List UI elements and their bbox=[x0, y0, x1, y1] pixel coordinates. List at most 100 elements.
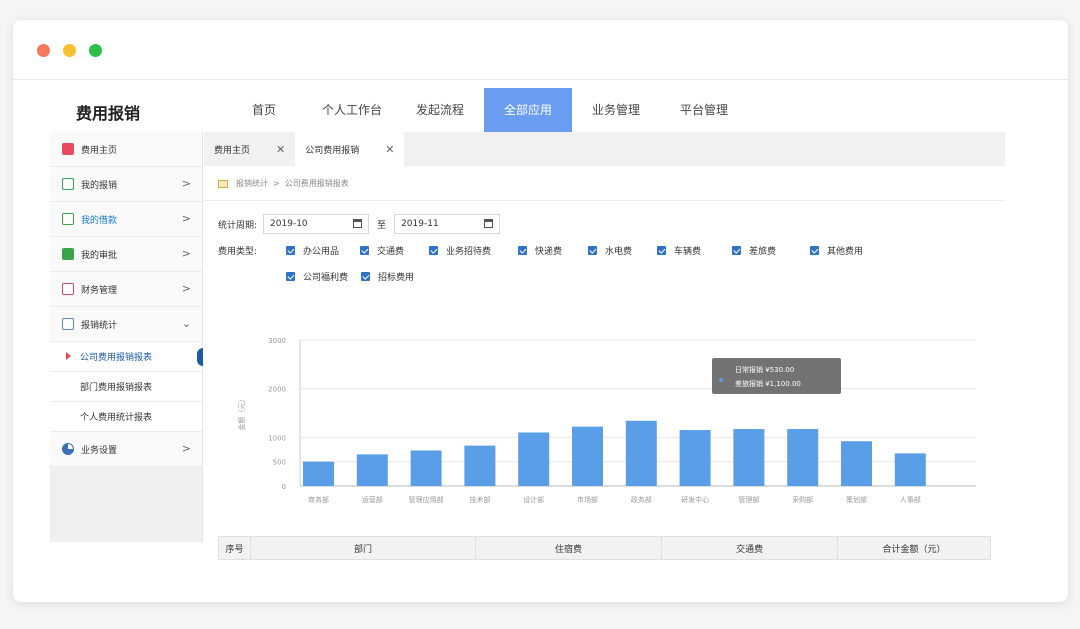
expense-type-label: 费用类型: bbox=[218, 247, 258, 257]
tab-label: 公司费用报销 bbox=[305, 145, 360, 156]
loan-icon bbox=[62, 213, 74, 225]
checkbox-utilities[interactable]: 水电费 bbox=[588, 244, 632, 257]
sidebar-item-my-approval[interactable]: 我的审批 > bbox=[50, 237, 202, 272]
checkbox-label: 水电费 bbox=[605, 247, 633, 257]
app-title: 费用报销 bbox=[76, 104, 141, 123]
settings-icon bbox=[62, 443, 74, 455]
active-marker bbox=[197, 348, 203, 366]
bar bbox=[787, 429, 819, 486]
start-date-input[interactable]: 2019-10 bbox=[263, 214, 370, 234]
nav-home[interactable]: 首页 bbox=[220, 88, 308, 132]
checkbox-checked-icon bbox=[361, 272, 370, 281]
breadcrumb-current: 公司费用报销报表 bbox=[284, 179, 349, 188]
sidebar-item-home[interactable]: 费用主页 bbox=[50, 132, 202, 167]
sidebar-subitem-company-report[interactable]: 公司费用报销报表 bbox=[50, 342, 203, 372]
column-header: 序号 bbox=[219, 537, 251, 559]
folder-icon bbox=[218, 179, 228, 188]
x-tick-label: 市场部 bbox=[577, 495, 598, 504]
close-window-button[interactable] bbox=[37, 44, 50, 57]
bar-chart: 0 500 1000 2000 3000 金额（元） 商务部 运营部 管理应用部 技术部 设计部 市场… bbox=[237, 337, 976, 504]
y-tick-label: 0 bbox=[282, 483, 286, 491]
sidebar-item-stats[interactable]: 报销统计 ⌄ bbox=[50, 307, 202, 342]
receipt-icon bbox=[62, 178, 74, 190]
checkbox-vehicle[interactable]: 车辆费 bbox=[657, 244, 701, 257]
chevron-down-icon: ⌄ bbox=[181, 317, 191, 330]
finance-icon bbox=[62, 283, 74, 295]
bar bbox=[303, 461, 334, 486]
close-icon[interactable]: ✕ bbox=[385, 143, 394, 156]
checkbox-courier[interactable]: 快递费 bbox=[518, 244, 562, 257]
sidebar-item-my-loan[interactable]: 我的借款 > bbox=[50, 202, 202, 237]
checkbox-entertainment[interactable]: 业务招待费 bbox=[429, 244, 491, 257]
x-tick-label: 商务部 bbox=[308, 495, 329, 504]
breadcrumb-separator: > bbox=[273, 179, 280, 188]
minimize-window-button[interactable] bbox=[63, 44, 76, 57]
tooltip-line: 日常报销 ¥530.00 bbox=[735, 365, 794, 374]
checkbox-label: 业务招待费 bbox=[446, 247, 492, 257]
sidebar-item-business-settings[interactable]: 业务设置 > bbox=[50, 432, 202, 467]
sidebar-item-label: 我的报销 bbox=[81, 180, 118, 191]
checkbox-checked-icon bbox=[360, 246, 369, 255]
nav-all-apps[interactable]: 全部应用 bbox=[484, 88, 572, 132]
start-date-value: 2019-10 bbox=[270, 219, 308, 229]
bar bbox=[356, 454, 388, 486]
breadcrumb-parent[interactable]: 报销统计 bbox=[236, 178, 268, 189]
bar bbox=[679, 430, 711, 486]
sidebar: 费用主页 我的报销 > 我的借款 > 我的审批 > 财务管理 > 报销统计 ⌄ … bbox=[50, 132, 203, 542]
sidebar-subitem-personal-report[interactable]: 个人费用统计报表 bbox=[50, 402, 202, 432]
bar bbox=[464, 445, 496, 486]
end-date-value: 2019-11 bbox=[401, 219, 439, 229]
checkbox-travel[interactable]: 差旅费 bbox=[732, 244, 776, 257]
column-header: 交通费 bbox=[662, 537, 838, 559]
x-tick-label: 研发中心 bbox=[681, 495, 709, 504]
sidebar-item-label: 报销统计 bbox=[81, 320, 118, 331]
end-date-input[interactable]: 2019-11 bbox=[394, 214, 501, 234]
checkbox-welfare[interactable]: 公司福利费 bbox=[286, 270, 348, 283]
sidebar-item-label: 业务设置 bbox=[81, 445, 118, 456]
bar bbox=[625, 420, 657, 486]
sidebar-item-my-reimbursement[interactable]: 我的报销 > bbox=[50, 167, 202, 202]
tab-expense-home[interactable]: 费用主页 ✕ bbox=[204, 132, 295, 166]
x-tick-label: 设计部 bbox=[523, 495, 544, 504]
sidebar-item-finance[interactable]: 财务管理 > bbox=[50, 272, 202, 307]
y-tick-label: 1000 bbox=[268, 434, 286, 442]
checkbox-checked-icon bbox=[518, 246, 527, 255]
tooltip bbox=[712, 358, 841, 394]
calendar-icon[interactable] bbox=[484, 219, 494, 228]
checkbox-transport[interactable]: 交通费 bbox=[360, 244, 404, 257]
nav-personal-workbench[interactable]: 个人工作台 bbox=[308, 88, 396, 132]
y-tick-label: 2000 bbox=[268, 386, 286, 394]
nav-platform-management[interactable]: 平台管理 bbox=[660, 88, 748, 132]
y-axis-label: 金额（元） bbox=[237, 396, 246, 431]
checkbox-checked-icon bbox=[732, 246, 741, 255]
period-label: 统计周期: bbox=[218, 220, 258, 231]
divider bbox=[204, 200, 1005, 201]
nav-business-management[interactable]: 业务管理 bbox=[572, 88, 660, 132]
sidebar-subitem-department-report[interactable]: 部门费用报销报表 bbox=[50, 372, 202, 402]
checkbox-checked-icon bbox=[286, 272, 295, 281]
tooltip-marker bbox=[719, 378, 723, 382]
tab-company-reimbursement[interactable]: 公司费用报销 ✕ bbox=[295, 132, 405, 166]
tab-label: 费用主页 bbox=[214, 145, 251, 156]
app-header: 费用报销 首页 个人工作台 发起流程 全部应用 业务管理 平台管理 bbox=[50, 88, 1005, 132]
checkbox-label: 车辆费 bbox=[674, 247, 702, 257]
checkbox-office-supplies[interactable]: 办公用品 bbox=[286, 244, 339, 257]
chevron-right-icon: > bbox=[181, 177, 191, 190]
chevron-right-icon: > bbox=[181, 442, 191, 455]
close-icon[interactable]: ✕ bbox=[276, 143, 285, 156]
nav-start-process[interactable]: 发起流程 bbox=[396, 88, 484, 132]
chevron-right-icon: > bbox=[181, 282, 191, 295]
checkbox-other[interactable]: 其他费用 bbox=[810, 244, 863, 257]
calendar-icon[interactable] bbox=[353, 219, 363, 228]
x-tick-label: 策划部 bbox=[846, 495, 867, 504]
sidebar-subitem-label: 部门费用报销报表 bbox=[80, 383, 153, 393]
bar bbox=[572, 426, 603, 486]
checkbox-checked-icon bbox=[657, 246, 666, 255]
tooltip-line: 差旅报销 ¥1,100.00 bbox=[735, 379, 801, 388]
sidebar-item-label: 我的借款 bbox=[81, 215, 118, 226]
checkbox-bidding[interactable]: 招标费用 bbox=[361, 270, 414, 283]
sidebar-item-label: 我的审批 bbox=[81, 250, 118, 261]
checkbox-label: 快递费 bbox=[535, 247, 563, 257]
maximize-window-button[interactable] bbox=[89, 44, 102, 57]
bar bbox=[518, 432, 550, 486]
